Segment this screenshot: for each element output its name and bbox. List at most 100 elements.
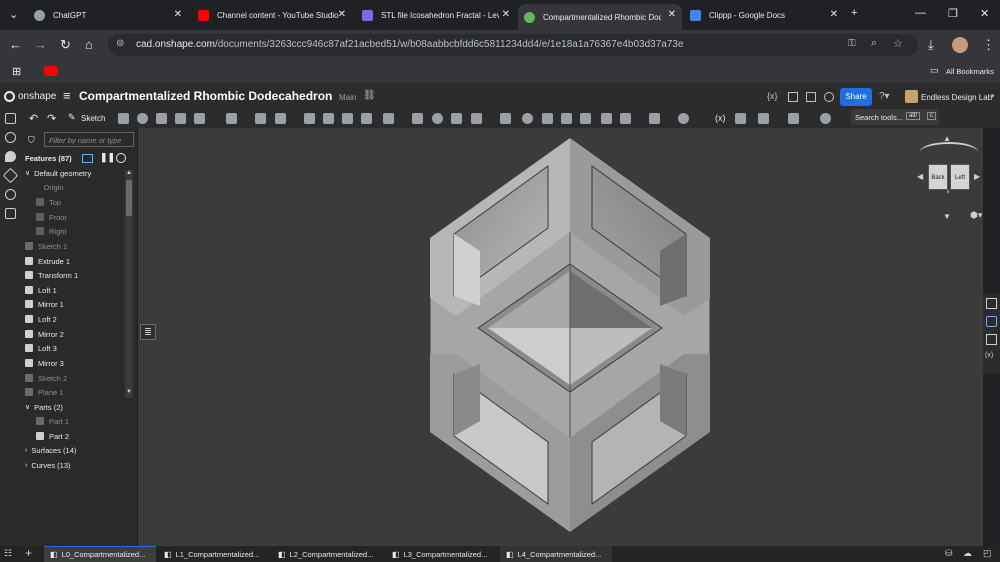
feature-scrollbar[interactable]: ▲ ▼ — [125, 170, 133, 398]
browser-tab-onshape[interactable]: Compartmentalized Rhombic Dodec ✕ — [518, 4, 682, 30]
feature-sketch-2[interactable]: Sketch 2 — [25, 371, 129, 385]
browser-menu-icon[interactable]: ⋮ — [982, 37, 995, 53]
part-item[interactable]: Part 1 — [36, 414, 140, 428]
shell-icon[interactable] — [304, 113, 315, 124]
curves-group[interactable]: › Curves (13) — [25, 458, 129, 472]
bookmark-star-icon[interactable]: ☆ — [893, 37, 903, 50]
cloud-icon[interactable]: ☁ — [963, 548, 972, 559]
feature-list-icon[interactable] — [5, 113, 16, 124]
home-icon[interactable]: ⌂ — [85, 37, 93, 52]
download-icon[interactable]: ⤓ — [928, 37, 934, 53]
rhombic-dodecahedron-model[interactable] — [420, 136, 720, 536]
back-icon[interactable]: ← — [9, 37, 22, 52]
url-field[interactable]: ⊜ cad.onshape.com/documents/3263ccc946c8… — [108, 34, 918, 56]
view-cube-left-face[interactable]: Left — [950, 164, 970, 190]
orbit-arc-icon[interactable] — [920, 142, 978, 162]
mate-connector-icon[interactable] — [542, 113, 553, 124]
window-close-icon[interactable]: ✕ — [980, 7, 989, 20]
appearance-icon[interactable] — [2, 167, 19, 184]
restore-icon[interactable]: ❐ — [948, 7, 958, 20]
tab-l4[interactable]: ◧ L4_Compartmentalized... — [500, 546, 612, 562]
share-button[interactable]: Share — [840, 88, 872, 106]
feature-extrude-1[interactable]: Extrude 1 — [25, 254, 129, 268]
rollback-folder-icon[interactable] — [82, 154, 93, 163]
tab-search-icon[interactable]: ⌄ — [9, 8, 18, 21]
feature-mirror-2[interactable]: Mirror 2 — [25, 327, 129, 341]
browser-tab-youtube[interactable]: Channel content - YouTube Studio ✕ — [192, 4, 352, 26]
feature-mirror-3[interactable]: Mirror 3 — [25, 356, 129, 370]
close-icon[interactable]: ✕ — [830, 9, 838, 20]
onshape-logo-icon[interactable] — [4, 91, 15, 102]
minimize-icon[interactable]: — — [915, 7, 926, 19]
profile-avatar[interactable] — [952, 37, 968, 53]
thread-icon[interactable] — [361, 113, 372, 124]
rotate-left-icon[interactable]: ◀ — [917, 172, 923, 181]
render-icon[interactable] — [788, 113, 799, 124]
scroll-up-icon[interactable]: ▲ — [126, 170, 132, 176]
chevron-down-icon[interactable]: ▾ — [991, 92, 995, 100]
frame-icon[interactable] — [735, 113, 746, 124]
fill-icon[interactable] — [620, 113, 631, 124]
reload-icon[interactable]: ↻ — [60, 37, 71, 53]
app-store-icon[interactable] — [824, 92, 834, 102]
hamburger-menu-icon[interactable]: ≡ — [63, 88, 71, 103]
close-icon[interactable]: ✕ — [668, 9, 676, 20]
appearance-panel-icon[interactable] — [986, 298, 997, 309]
help-icon[interactable]: ?▾ — [879, 91, 890, 102]
mirror-icon[interactable] — [412, 113, 423, 124]
delete-part-icon[interactable] — [500, 113, 511, 124]
rotate-down-icon[interactable]: ▼ — [943, 212, 951, 221]
scroll-thumb[interactable] — [126, 180, 132, 216]
section-view-icon[interactable] — [758, 113, 769, 124]
transform-icon[interactable] — [471, 113, 482, 124]
search-tools-field[interactable]: Search tools... alt/ c — [851, 109, 939, 125]
add-tab-icon[interactable]: + — [25, 546, 32, 560]
feature-loft-1[interactable]: Loft 1 — [25, 283, 129, 297]
history-icon[interactable] — [5, 189, 16, 200]
filter-icon[interactable]: ⛉ — [28, 135, 35, 146]
variable-studio-icon[interactable]: {x} — [767, 91, 778, 101]
fillet-icon[interactable] — [226, 113, 237, 124]
close-icon[interactable]: ✕ — [338, 9, 346, 20]
workspace-name[interactable]: Endless Design Lab — [921, 93, 992, 102]
feature-mirror-1[interactable]: Mirror 1 — [25, 297, 129, 311]
branch-label[interactable]: Main — [339, 93, 356, 102]
undo-icon[interactable]: ↶ — [29, 112, 38, 125]
chevron-right-icon[interactable]: › — [25, 447, 27, 454]
view-options-icon[interactable]: ⬢▾ — [970, 210, 982, 221]
default-geometry-group[interactable]: ∨ Default geometry — [25, 166, 129, 180]
sweep-icon[interactable] — [156, 113, 167, 124]
chamfer-icon[interactable] — [255, 113, 266, 124]
tab-l0[interactable]: ◧ L0_Compartmentalized... — [44, 546, 156, 562]
graphics-viewport[interactable]: ≣ ▲ ◀ ▶ ▼ Back Left ⬢▾ — [138, 128, 983, 546]
hole-icon[interactable] — [342, 113, 353, 124]
youtube-bookmark-icon[interactable] — [44, 66, 58, 76]
scroll-down-icon[interactable]: ▼ — [126, 389, 132, 395]
extrude-icon[interactable] — [118, 113, 129, 124]
helix-icon[interactable] — [561, 113, 572, 124]
browser-tab-chatgpt[interactable]: ChatGPT ✕ — [28, 4, 188, 26]
filter-input[interactable]: Filter by name or type — [44, 132, 134, 147]
pattern-icon[interactable] — [383, 113, 394, 124]
comments-icon[interactable] — [5, 151, 16, 162]
display-mode-icon[interactable] — [820, 113, 831, 124]
password-key-icon[interactable]: ⚿ — [848, 38, 856, 49]
surfaces-group[interactable]: › Surfaces (14) — [25, 443, 129, 457]
boolean-icon[interactable] — [432, 113, 443, 124]
revolve-icon[interactable] — [137, 113, 148, 124]
sheet-metal-icon[interactable] — [649, 113, 660, 124]
workspace-avatar[interactable] — [905, 90, 918, 103]
browser-tab-docs[interactable]: Clippp - Google Docs ✕ — [684, 4, 844, 26]
feature-loft-3[interactable]: Loft 3 — [25, 341, 129, 355]
chevron-down-icon[interactable]: ∨ — [25, 403, 30, 411]
browser-tab-stl[interactable]: STL file Icosahedron Fractal - Level 2 ✕ — [356, 4, 516, 26]
chevron-down-icon[interactable]: ∨ — [25, 169, 30, 177]
feature-sketch-1[interactable]: Sketch 1 — [25, 239, 129, 253]
all-bookmarks-link[interactable]: All Bookmarks — [946, 67, 994, 76]
mass-properties-icon[interactable] — [986, 316, 997, 327]
rotate-right-icon[interactable]: ▶ — [974, 172, 980, 181]
forward-icon[interactable]: → — [34, 37, 47, 52]
view-settings-icon[interactable]: ◰ — [983, 548, 992, 559]
variables-panel-icon[interactable]: (x) — [985, 352, 993, 359]
new-tab-icon[interactable]: + — [851, 7, 857, 19]
